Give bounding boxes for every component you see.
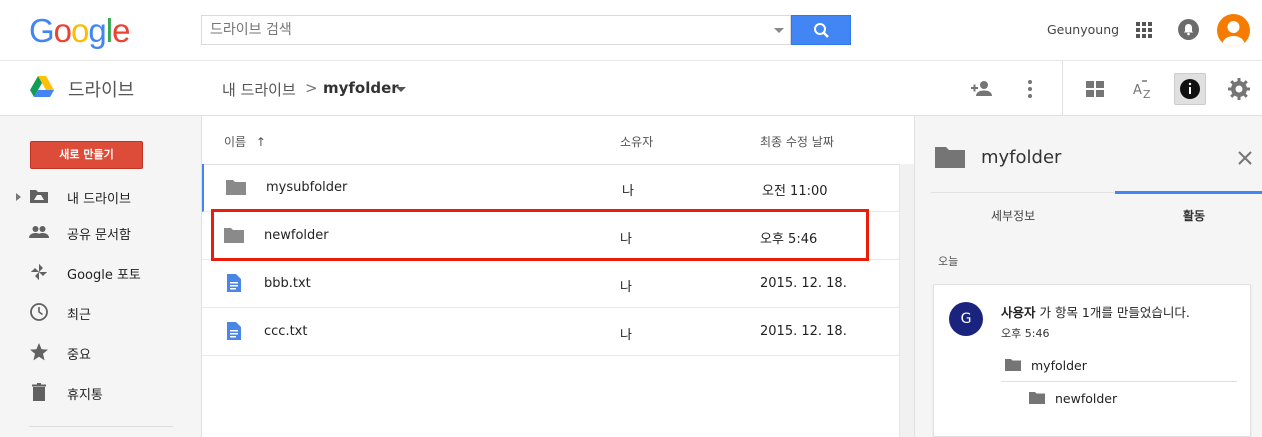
sidebar-item-label: 공유 문서함: [67, 228, 131, 243]
file-list: 이름 ↑ 소유자 최종 수정 날짜 mysubfolder 나 오전 11:00…: [202, 116, 914, 437]
search-options-caret-icon[interactable]: [774, 28, 784, 33]
folder-name: newfolder: [1055, 391, 1118, 406]
clock-icon: [30, 303, 48, 321]
info-icon: [1180, 79, 1200, 99]
details-panel: myfolder 세부정보 활동 오늘 G 사용자 가 항목 1개를 만들었습니…: [914, 116, 1262, 437]
google-logo[interactable]: Google: [29, 12, 130, 50]
drive-toolbar: 드라이브 내 드라이브 > myfolder A Z: [0, 60, 1262, 116]
sidebar-item-label: 최근: [67, 308, 91, 323]
sidebar-item-starred[interactable]: 중요: [0, 334, 202, 370]
file-name: ccc.txt: [264, 324, 308, 339]
sidebar-item-label: 휴지통: [67, 388, 103, 403]
info-toggle-button[interactable]: [1174, 73, 1206, 105]
logo-letter: o: [71, 12, 89, 49]
breadcrumb-separator: >: [305, 79, 318, 97]
app-title[interactable]: 드라이브: [68, 76, 134, 102]
section-label-today: 오늘: [938, 255, 959, 268]
activity-avatar: G: [949, 302, 983, 336]
sidebar-divider: [29, 426, 173, 427]
column-header-owner[interactable]: 소유자: [620, 133, 653, 150]
table-row[interactable]: bbb.txt 나 2015. 12. 18.: [202, 260, 899, 308]
logo-letter: g: [88, 12, 106, 49]
activity-card: G 사용자 가 항목 1개를 만들었습니다. 오후 5:46 myfolder …: [933, 284, 1251, 437]
svg-text:A: A: [1133, 83, 1142, 98]
sidebar-item-label: 내 드라이브: [67, 192, 131, 207]
scrollbar[interactable]: [899, 164, 914, 437]
highlight-annotation-box: [211, 209, 869, 261]
photos-pinwheel-icon: [31, 264, 47, 280]
file-modified: 2015. 12. 18.: [760, 324, 847, 339]
sidebar-item-my-drive[interactable]: 내 드라이브: [0, 178, 202, 214]
file-modified: 2015. 12. 18.: [760, 276, 847, 291]
breadcrumb-root[interactable]: 내 드라이브: [222, 79, 296, 100]
logo-letter: o: [53, 12, 72, 49]
activity-actor: 사용자: [1001, 305, 1036, 320]
table-row[interactable]: mysubfolder 나 오전 11:00: [202, 164, 899, 212]
expand-arrow-icon[interactable]: [16, 193, 21, 201]
search-button[interactable]: [791, 15, 851, 45]
breadcrumb-current[interactable]: myfolder: [323, 79, 399, 97]
activity-description: 사용자 가 항목 1개를 만들었습니다.: [1001, 302, 1190, 321]
sidebar-item-photos[interactable]: Google 포토: [0, 254, 202, 290]
logo-letter: e: [112, 12, 130, 49]
column-header-name[interactable]: 이름 ↑: [224, 133, 266, 150]
notifications-bell-icon[interactable]: [1178, 19, 1199, 40]
table-row[interactable]: ccc.txt 나 2015. 12. 18.: [202, 308, 899, 356]
panel-title: myfolder: [981, 147, 1062, 168]
file-owner: 나: [620, 280, 632, 295]
document-icon: [227, 274, 241, 292]
search-icon: [814, 23, 829, 38]
file-owner: 나: [622, 184, 634, 199]
grid-view-icon[interactable]: [1083, 77, 1107, 101]
star-icon: [30, 343, 48, 361]
sidebar-item-label: Google 포토: [67, 268, 141, 283]
tab-details[interactable]: 세부정보: [991, 207, 1035, 224]
new-button[interactable]: 새로 만들기: [30, 141, 143, 169]
svg-text:Z: Z: [1143, 88, 1151, 101]
settings-gear-icon[interactable]: [1227, 77, 1251, 101]
sidebar-item-recent[interactable]: 최근: [0, 294, 202, 330]
folder-icon: [935, 147, 965, 168]
add-person-icon[interactable]: [970, 77, 994, 101]
more-vert-icon[interactable]: [1018, 77, 1042, 101]
document-icon: [227, 322, 241, 340]
folder-icon: [226, 180, 246, 195]
folder-icon: [1005, 359, 1021, 371]
activity-time: 오후 5:46: [1001, 327, 1050, 340]
sidebar-item-trash[interactable]: 휴지통: [0, 374, 202, 410]
trash-icon: [32, 383, 46, 401]
apps-grid-icon[interactable]: [1136, 22, 1152, 38]
avatar[interactable]: [1217, 14, 1250, 47]
activity-divider: [1001, 381, 1237, 382]
drive-logo-icon[interactable]: [29, 75, 55, 99]
activity-action: 가 항목 1개를 만들었습니다.: [1035, 305, 1190, 320]
column-header-modified[interactable]: 최종 수정 날짜: [760, 133, 834, 150]
user-name[interactable]: Geunyoung: [1047, 22, 1119, 37]
shared-people-icon: [29, 226, 49, 238]
column-name-label: 이름: [224, 135, 247, 149]
sidebar-item-label: 중요: [67, 348, 91, 363]
my-drive-icon: [30, 190, 48, 203]
tab-activity[interactable]: 활동: [1183, 207, 1205, 224]
folder-icon: [1029, 392, 1045, 404]
sidebar: 새로 만들기 내 드라이브 공유 문서함 Google 포토 최근 중요 휴지통: [0, 116, 202, 437]
file-modified: 오전 11:00: [762, 184, 828, 199]
file-name: mysubfolder: [266, 180, 348, 195]
panel-tabs: 세부정보 활동: [931, 191, 1262, 232]
close-icon[interactable]: [1237, 150, 1253, 166]
file-owner: 나: [620, 328, 632, 343]
active-tab-indicator: [1115, 191, 1262, 194]
sort-arrow-icon[interactable]: ↑: [256, 135, 266, 149]
top-bar: Google Geunyoung: [0, 0, 1262, 60]
toolbar-divider: [1062, 61, 1063, 116]
search-input[interactable]: [202, 16, 762, 44]
file-name: bbb.txt: [264, 276, 311, 291]
search-box[interactable]: [201, 15, 791, 45]
sort-az-icon[interactable]: A Z: [1131, 77, 1155, 101]
breadcrumb-dropdown-icon[interactable]: [396, 87, 406, 92]
folder-name: myfolder: [1031, 358, 1087, 373]
logo-letter: G: [29, 12, 55, 49]
sidebar-item-shared[interactable]: 공유 문서함: [0, 214, 202, 250]
